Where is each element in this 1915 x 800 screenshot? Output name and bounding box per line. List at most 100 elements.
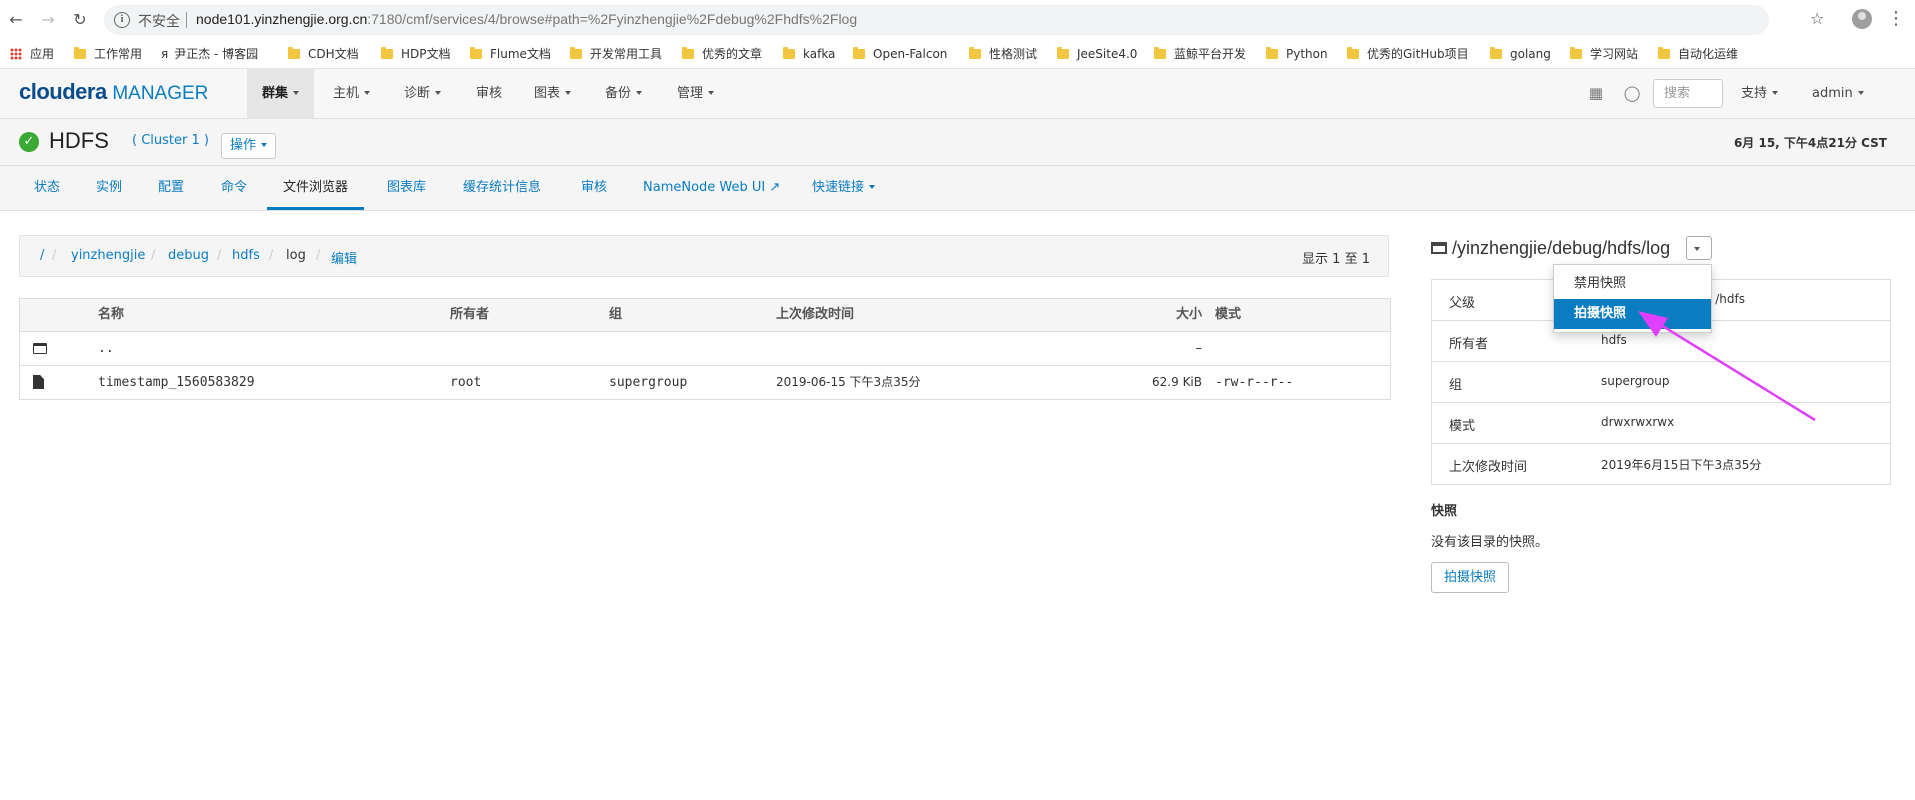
nav-administration[interactable]: 管理 <box>662 69 729 118</box>
bookmark-star-icon[interactable]: ☆ <box>1810 9 1824 28</box>
col-group[interactable]: 组 <box>609 299 622 331</box>
bookmark-item[interactable]: 优秀的GitHub项目 <box>1347 45 1469 63</box>
omnibox-separator <box>186 12 187 28</box>
tab-configuration[interactable]: 配置 <box>142 166 200 210</box>
nav-diagnostics[interactable]: 诊断 <box>389 69 456 118</box>
col-size[interactable]: 大小 <box>1176 299 1202 331</box>
url-text[interactable]: node101.yinzhengjie.org.cn:7180/cmf/serv… <box>196 11 857 27</box>
insecure-label: 不安全 <box>138 14 180 30</box>
actions-button[interactable]: 操作 <box>221 133 277 159</box>
nav-backup[interactable]: 备份 <box>590 69 657 118</box>
cm-header: cloudera MANAGER 群集 主机 诊断 审核 图表 备份 管理 ▦ … <box>0 69 1915 119</box>
breadcrumb-separator: / <box>151 248 156 263</box>
cluster-link[interactable]: ( Cluster 1 ) <box>132 133 209 148</box>
menu-take-snapshot[interactable]: 拍摄快照 <box>1554 299 1711 329</box>
breadcrumb-root[interactable]: / <box>40 248 44 263</box>
browser-toolbar: ← → ↻ i 不安全 node101.yinzhengjie.org.cn:7… <box>0 0 1915 41</box>
running-commands-icon[interactable]: ◯ <box>1623 84 1641 102</box>
profile-avatar-icon[interactable] <box>1852 9 1872 29</box>
breadcrumb-separator: / <box>217 248 222 263</box>
folder-icon <box>1570 47 1582 59</box>
bookmark-item[interactable]: 工作常用 <box>74 45 142 63</box>
folder-icon <box>381 47 393 59</box>
file-name[interactable]: timestamp_1560583829 <box>98 366 255 399</box>
col-owner[interactable]: 所有者 <box>450 299 489 331</box>
breadcrumb-yinzhengjie[interactable]: yinzhengjie <box>71 248 145 263</box>
col-name[interactable]: 名称 <box>98 299 124 331</box>
bookmark-item[interactable]: 自动化运维 <box>1658 45 1738 63</box>
breadcrumb-separator: / <box>269 248 274 263</box>
breadcrumb: / / yinzhengjie / debug / hdfs / log / 编… <box>19 235 1389 277</box>
bookmark-item[interactable]: я 尹正杰 - 博客园 <box>161 45 258 63</box>
prop-row: 组 supergroup <box>1432 362 1890 403</box>
bookmark-item[interactable]: Open-Falcon <box>853 45 947 63</box>
tab-cache-statistics[interactable]: 缓存统计信息 <box>447 166 557 210</box>
folder-icon <box>1490 47 1502 59</box>
folder-icon <box>1057 47 1069 59</box>
external-link-icon: ↗ <box>769 180 781 195</box>
nav-audits[interactable]: 审核 <box>461 69 517 118</box>
col-modified[interactable]: 上次修改时间 <box>776 299 854 331</box>
tab-commands[interactable]: 命令 <box>205 166 263 210</box>
bookmark-item[interactable]: 开发常用工具 <box>570 45 662 63</box>
file-mode: -rw-r--r-- <box>1215 375 1294 390</box>
health-good-icon: ✓ <box>19 132 39 152</box>
bookmark-item[interactable]: 优秀的文章 <box>682 45 762 63</box>
info-icon[interactable]: i <box>114 12 130 28</box>
nav-user-admin[interactable]: admin <box>1797 69 1879 118</box>
file-table-header: 名称 所有者 组 上次修改时间 大小 模式 <box>20 299 1390 332</box>
bookmark-item[interactable]: CDH文档 <box>288 45 359 63</box>
bookmark-item[interactable]: 蓝鲸平台开发 <box>1154 45 1246 63</box>
nav-clusters[interactable]: 群集 <box>247 69 315 118</box>
tab-quick-links[interactable]: 快速链接 <box>796 166 891 210</box>
directory-actions-dropdown-toggle[interactable] <box>1686 236 1712 260</box>
tab-status[interactable]: 状态 <box>18 166 76 210</box>
folder-icon <box>74 47 86 59</box>
bookmark-item[interactable]: Flume文档 <box>470 45 551 63</box>
breadcrumb-hdfs[interactable]: hdfs <box>232 248 260 263</box>
snapshots-empty-text: 没有该目录的快照。 <box>1431 535 1549 550</box>
tab-file-browser[interactable]: 文件浏览器 <box>267 166 365 210</box>
tab-namenode-web-ui[interactable]: NameNode Web UI ↗ <box>627 166 796 210</box>
menu-disable-snapshots[interactable]: 禁用快照 <box>1554 269 1711 299</box>
bookmark-apps[interactable]: 应用 <box>10 45 54 63</box>
search-input[interactable]: 搜索 <box>1653 79 1723 108</box>
address-bar[interactable]: i 不安全 node101.yinzhengjie.org.cn:7180/cm… <box>104 5 1769 35</box>
bookmark-item[interactable]: JeeSite4.0 <box>1057 45 1137 63</box>
breadcrumb-edit-link[interactable]: 编辑 <box>331 248 357 267</box>
breadcrumb-debug[interactable]: debug <box>168 248 209 263</box>
bookmark-item[interactable]: HDP文档 <box>381 45 451 63</box>
back-icon[interactable]: ← <box>6 10 26 30</box>
take-snapshot-button[interactable]: 拍摄快照 <box>1431 562 1510 593</box>
folder-icon <box>783 47 795 59</box>
prop-key: 模式 <box>1449 419 1476 434</box>
col-mode[interactable]: 模式 <box>1215 299 1241 331</box>
blog-icon: я <box>161 47 169 61</box>
file-name[interactable]: .. <box>98 332 114 365</box>
bookmarks-bar: 应用 工作常用 я 尹正杰 - 博客园 CDH文档 HDP文档 Flume文档 开… <box>0 40 1915 69</box>
bookmark-item[interactable]: 性格测试 <box>969 45 1037 63</box>
bookmark-item[interactable]: kafka <box>783 45 835 63</box>
tab-instances[interactable]: 实例 <box>80 166 138 210</box>
file-icon <box>33 375 44 389</box>
nav-hosts[interactable]: 主机 <box>318 69 385 118</box>
forward-icon[interactable]: → <box>38 10 58 30</box>
file-owner: root <box>450 375 482 390</box>
service-tabs: 状态 实例 配置 命令 文件浏览器 图表库 缓存统计信息 审核 NameNode… <box>0 166 1915 211</box>
nav-charts[interactable]: 图表 <box>519 69 586 118</box>
cloudera-logo[interactable]: cloudera MANAGER <box>19 79 208 105</box>
bookmark-item[interactable]: Python <box>1266 45 1328 63</box>
tab-audits[interactable]: 审核 <box>565 166 623 210</box>
bookmark-item[interactable]: 学习网站 <box>1570 45 1638 63</box>
bookmark-item[interactable]: golang <box>1490 45 1551 63</box>
tab-chart-library[interactable]: 图表库 <box>371 166 442 210</box>
parcel-icon[interactable]: ▦ <box>1587 84 1605 102</box>
nav-support[interactable]: 支持 <box>1726 69 1793 118</box>
table-row[interactable]: .. – <box>20 332 1390 366</box>
menu-kebab-icon[interactable]: ⋮ <box>1887 8 1905 29</box>
showing-count: 显示 1 至 1 <box>1302 252 1370 267</box>
prop-value: hdfs <box>1601 333 1627 347</box>
folder-icon <box>1347 47 1359 59</box>
table-row[interactable]: timestamp_1560583829 root supergroup 201… <box>20 366 1390 399</box>
reload-icon[interactable]: ↻ <box>70 10 90 30</box>
